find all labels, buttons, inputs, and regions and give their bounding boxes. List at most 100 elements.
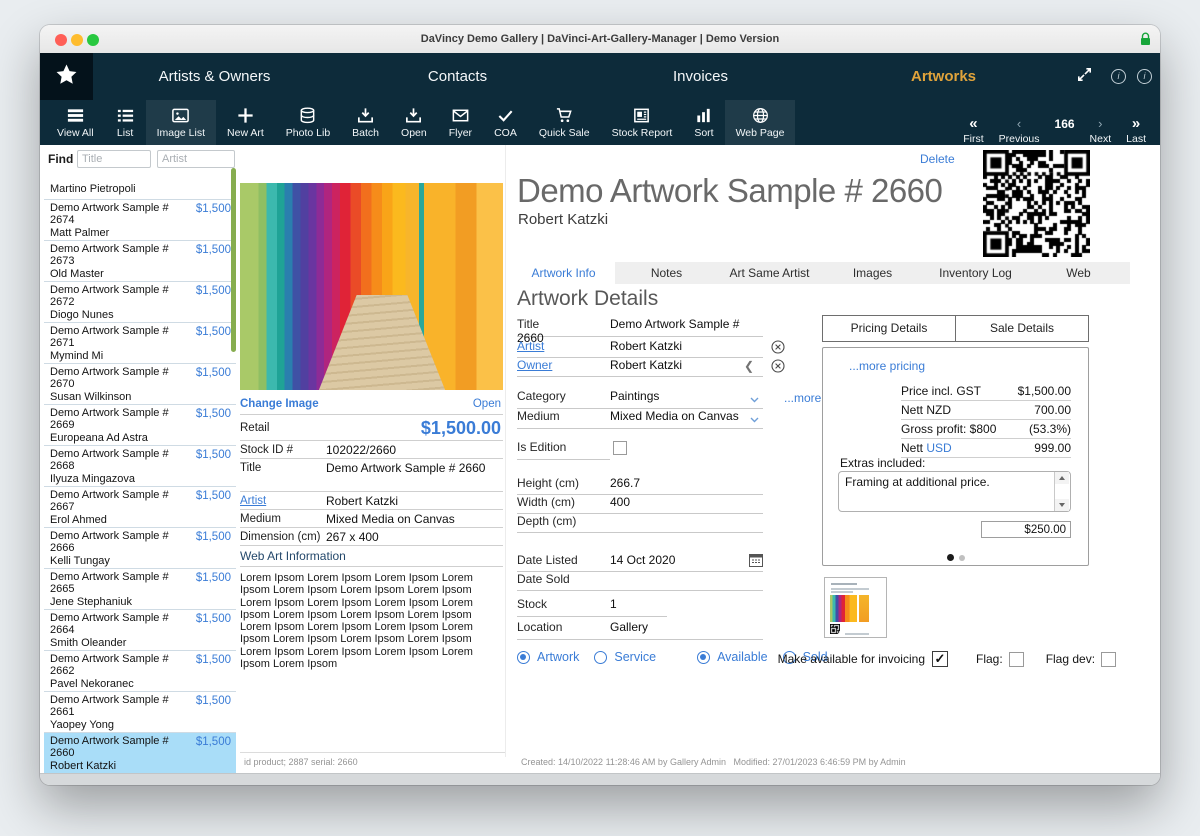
- artwork-list-item[interactable]: Demo Artwork Sample # 2664Smith Oleander…: [44, 610, 236, 651]
- scroll-down-button[interactable]: [1055, 499, 1069, 511]
- available-radio[interactable]: [697, 651, 710, 664]
- web-art-information-text[interactable]: Lorem Ipsom Lorem Ipsom Lorem Ipsom Lore…: [240, 572, 492, 670]
- scroll-up-button[interactable]: [1055, 472, 1069, 484]
- artwork-image[interactable]: [240, 183, 503, 390]
- list-scrollbar-thumb[interactable]: [231, 168, 236, 352]
- image-panel-row-medium[interactable]: MediumMixed Media on Canvas: [240, 510, 503, 528]
- tab-pricing-details[interactable]: Pricing Details: [823, 316, 956, 341]
- artwork-list-item[interactable]: Demo Artwork Sample # 2660Robert Katzki$…: [44, 733, 236, 774]
- toolbar-button-new-art[interactable]: New Art: [216, 100, 275, 145]
- pagination-dot[interactable]: [959, 555, 965, 561]
- tab-images[interactable]: Images: [821, 262, 924, 284]
- find-title-input[interactable]: [77, 150, 151, 168]
- field-row-stock[interactable]: Stock1: [517, 597, 667, 617]
- flyer-preview-thumbnail[interactable]: [824, 577, 887, 638]
- image-panel-row-artist[interactable]: ArtistRobert Katzki: [240, 492, 503, 510]
- tab-sale-details[interactable]: Sale Details: [956, 316, 1088, 341]
- delete-button[interactable]: Delete: [920, 152, 955, 166]
- date-listed-field[interactable]: 14 Oct 2020: [610, 553, 675, 567]
- toolbar-button-web-page[interactable]: Web Page: [725, 100, 796, 145]
- window-titlebar[interactable]: DaVincy Demo Gallery | DaVinci-Art-Galle…: [40, 25, 1160, 54]
- nav-tab-artists-owners[interactable]: Artists & Owners: [93, 53, 336, 100]
- owner-link[interactable]: Owner: [517, 358, 552, 372]
- more-link[interactable]: ...more: [784, 391, 821, 405]
- extras-textarea[interactable]: Framing at additional price.: [838, 471, 1071, 512]
- artwork-list-item[interactable]: Demo Artwork Sample # 2673Old Master$1,5…: [44, 241, 236, 282]
- toolbar-button-flyer[interactable]: Flyer: [438, 100, 483, 145]
- info-icon[interactable]: i: [1111, 69, 1126, 84]
- field-row-owner[interactable]: Owner Robert Katzki ❮: [517, 358, 763, 377]
- favorites-star-button[interactable]: [40, 53, 93, 100]
- field-row-medium[interactable]: MediumMixed Media on Canvas: [517, 409, 763, 429]
- field-row-width[interactable]: Width (cm)400: [517, 495, 763, 514]
- owner-field[interactable]: Robert Katzki: [610, 358, 682, 372]
- artist-field[interactable]: Robert Katzki: [610, 339, 682, 353]
- clear-owner-icon[interactable]: [771, 359, 785, 376]
- location-field[interactable]: Gallery: [610, 620, 648, 634]
- stock-field[interactable]: 1: [610, 597, 617, 611]
- first-record-button[interactable]: « First: [963, 116, 983, 145]
- image-panel-row-stock-id[interactable]: Stock ID #102022/2660: [240, 441, 503, 459]
- is-edition-checkbox[interactable]: [613, 441, 627, 455]
- artwork-list-item[interactable]: Demo Artwork Sample # 2667Erol Ahmed$1,5…: [44, 487, 236, 528]
- field-row-artist[interactable]: Artist Robert Katzki: [517, 339, 763, 358]
- toolbar-button-batch[interactable]: Batch: [341, 100, 390, 145]
- field-row-depth[interactable]: Depth (cm): [517, 514, 763, 533]
- textarea-scrollbar[interactable]: [1054, 472, 1070, 511]
- field-row-height[interactable]: Height (cm)266.7: [517, 476, 763, 495]
- field-row-title[interactable]: TitleDemo Artwork Sample # 2660: [517, 317, 763, 337]
- artwork-list-item[interactable]: Demo Artwork Sample # 2668Ilyuza Mingazo…: [44, 446, 236, 487]
- toolbar-button-coa[interactable]: COA: [483, 100, 528, 145]
- find-artist-input[interactable]: [157, 150, 235, 168]
- nav-tab-contacts[interactable]: Contacts: [336, 53, 579, 100]
- tab-art-same-artist[interactable]: Art Same Artist: [718, 262, 821, 284]
- medium-select[interactable]: Mixed Media on Canvas: [610, 409, 739, 423]
- more-pricing-link[interactable]: ...more pricing: [849, 359, 925, 373]
- artist-link[interactable]: Artist: [240, 492, 326, 510]
- next-record-button[interactable]: › Next: [1090, 116, 1112, 145]
- tab-inventory-log[interactable]: Inventory Log: [924, 262, 1027, 284]
- artwork-list-item[interactable]: Demo Artwork Sample # 2670Susan Wilkinso…: [44, 364, 236, 405]
- expand-window-icon[interactable]: [1075, 65, 1094, 89]
- artwork-list-item-partial[interactable]: Martino Pietropoli: [44, 175, 236, 200]
- clear-artist-icon[interactable]: [771, 340, 785, 357]
- artwork-list-item[interactable]: Demo Artwork Sample # 2666Kelli Tungay$1…: [44, 528, 236, 569]
- owner-chevron-left-icon[interactable]: ❮: [744, 359, 754, 373]
- previous-record-button[interactable]: ‹ Previous: [999, 116, 1040, 145]
- toolbar-button-photo-lib[interactable]: Photo Lib: [275, 100, 341, 145]
- artwork-list-item[interactable]: Demo Artwork Sample # 2671Mymind Mi$1,50…: [44, 323, 236, 364]
- chevron-down-icon[interactable]: [750, 392, 759, 406]
- info-icon[interactable]: i: [1137, 69, 1152, 84]
- tab-notes[interactable]: Notes: [615, 262, 718, 284]
- service-radio[interactable]: [594, 651, 607, 664]
- tab-artwork-info[interactable]: Artwork Info: [512, 262, 615, 284]
- category-select[interactable]: Paintings: [610, 389, 659, 403]
- toolbar-button-sort[interactable]: Sort: [683, 100, 724, 145]
- nav-tab-invoices[interactable]: Invoices: [579, 53, 822, 100]
- artwork-list-item[interactable]: Demo Artwork Sample # 2661Yaopey Yong$1,…: [44, 692, 236, 733]
- flag-dev-checkbox[interactable]: [1101, 652, 1116, 667]
- chevron-down-icon[interactable]: [750, 412, 759, 426]
- flag-checkbox[interactable]: [1009, 652, 1024, 667]
- calendar-icon[interactable]: [749, 554, 763, 570]
- field-row-date-sold[interactable]: Date Sold: [517, 572, 763, 591]
- toolbar-button-stock-report[interactable]: Stock Report: [601, 100, 684, 145]
- field-row-date-listed[interactable]: Date Listed14 Oct 2020: [517, 553, 763, 572]
- artwork-list-item[interactable]: Demo Artwork Sample # 2665Jene Stephaniu…: [44, 569, 236, 610]
- width-field[interactable]: 400: [610, 495, 630, 509]
- artwork-list-item[interactable]: Demo Artwork Sample # 2672Diogo Nunes$1,…: [44, 282, 236, 323]
- image-panel-row-dimension-cm[interactable]: Dimension (cm)267 x 400: [240, 528, 503, 546]
- toolbar-button-list[interactable]: List: [105, 100, 146, 145]
- usd-link[interactable]: USD: [926, 441, 951, 455]
- tab-web[interactable]: Web: [1027, 262, 1130, 284]
- pagination-dot-active[interactable]: [947, 554, 954, 561]
- artist-link[interactable]: Artist: [517, 339, 544, 353]
- artwork-list-item[interactable]: Demo Artwork Sample # 2669Europeana Ad A…: [44, 405, 236, 446]
- field-row-location[interactable]: LocationGallery: [517, 620, 763, 640]
- field-row-category[interactable]: CategoryPaintings ...more: [517, 389, 763, 409]
- last-record-button[interactable]: » Last: [1126, 116, 1146, 145]
- open-image-link[interactable]: Open: [473, 398, 501, 410]
- toolbar-button-image-list[interactable]: Image List: [146, 100, 216, 145]
- extras-amount-field[interactable]: $250.00: [981, 521, 1071, 538]
- toolbar-button-open[interactable]: Open: [390, 100, 438, 145]
